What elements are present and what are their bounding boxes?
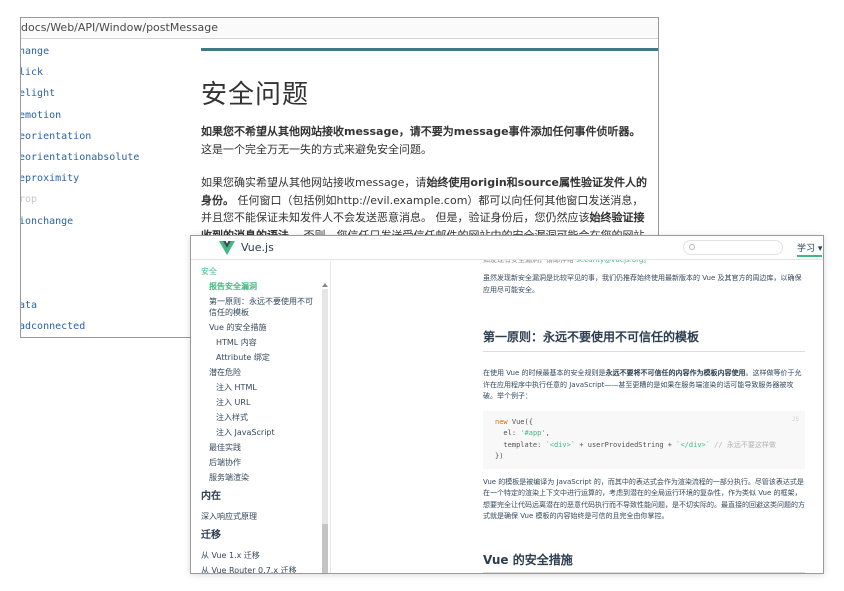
code-comment: // 永远不要这样做 <box>709 440 776 449</box>
code-language-label: JS <box>791 415 799 423</box>
sidebar-item-security[interactable]: 安全 <box>201 264 316 279</box>
scroll-up-arrow-icon[interactable] <box>322 283 328 287</box>
section-divider <box>201 48 658 51</box>
code-line: el: '#app', <box>495 428 793 440</box>
nav-learn-dropdown[interactable]: 学习 ▾ <box>797 241 823 257</box>
bold-text: 如果您不希望从其他网站接收message，请不要为message事件添加任何事件… <box>201 125 641 138</box>
sidebar-item-best-practices[interactable]: 最佳实践 <box>201 440 316 455</box>
sidebar-link[interactable]: emotion <box>21 105 191 126</box>
sidebar-item-backend-coordination[interactable]: 后端协作 <box>201 455 316 470</box>
sidebar-link[interactable]: adconnected <box>21 316 191 337</box>
scrollbar-thumb[interactable] <box>322 524 328 573</box>
sidebar-item-inject-javascript[interactable]: 注入 JavaScript <box>201 425 316 440</box>
code-line: template: `<div>` + userProvidedString +… <box>495 440 793 452</box>
sidebar-scrollbar[interactable] <box>322 283 328 573</box>
sidebar-item-ssr[interactable]: 服务端渲染 <box>201 470 316 485</box>
paragraph-template-compile: Vue 的模板是被编译为 JavaScript 的，而其中的表达式会作为渲染流程… <box>483 477 805 521</box>
text: 任何窗口（包括例如http://evil.example.com）都可以向任何其… <box>201 193 644 225</box>
sidebar-link[interactable]: elight <box>21 83 191 104</box>
sidebar-link-hidden[interactable] <box>21 232 191 253</box>
code-string: '#app' <box>520 429 546 437</box>
text: 在使用 Vue 的时候最基本的安全规则是 <box>483 369 606 377</box>
code-text: + userProvidedString + <box>575 440 677 449</box>
code-text: el: <box>495 429 521 437</box>
sidebar-link[interactable]: eorientation <box>21 126 191 147</box>
sidebar-heading-migration: 迁移 <box>201 530 221 541</box>
paragraph-rule-one: 在使用 Vue 的时候最基本的安全规则是永远不要将不可信任的内容作为模板内容使用… <box>483 368 805 403</box>
code-text: template: <box>495 440 546 449</box>
code-block: JS new Vue({ el: '#app', template: `<div… <box>483 410 805 469</box>
sidebar-heading-internals: 内在 <box>201 491 221 502</box>
text: 如果您确实希望从其他网站接收message，请 <box>201 176 427 189</box>
vue-docs-window: Vue.js 学习 ▾ 安全 报告安全漏洞 第一原则：永远不要使用不可信任的模板… <box>190 235 824 574</box>
code-text: Vue({ <box>507 417 533 426</box>
vue-logo-icon[interactable] <box>219 240 235 256</box>
sidebar-item-html-content[interactable]: HTML 内容 <box>201 335 316 350</box>
sidebar-link-deprecated[interactable]: rop <box>21 189 191 210</box>
code-line: }) <box>495 452 504 460</box>
code-string: `<div>` <box>545 440 576 449</box>
bold-text: 永远不要将不可信任的内容作为模板内容使用 <box>605 369 746 377</box>
sidebar-link[interactable]: eproximity <box>21 168 191 189</box>
text: 这是一个完全万无一失的方式来避免安全问题。 <box>201 142 432 156</box>
mdn-sidebar: hange lick elight emotion eorientation e… <box>21 41 191 337</box>
code-text: , <box>545 429 550 437</box>
sidebar-link-hidden[interactable] <box>21 253 191 274</box>
sidebar-item-attribute-binding[interactable]: Attribute 绑定 <box>201 350 316 365</box>
sidebar-list: 安全 报告安全漏洞 第一原则：永远不要使用不可信任的模板 Vue 的安全措施 H… <box>201 264 316 573</box>
sidebar-link[interactable]: eorientationabsolute <box>21 147 191 168</box>
search-input[interactable] <box>683 240 783 255</box>
sidebar-item-reactivity[interactable]: 深入响应式原理 <box>201 509 316 524</box>
sidebar-link-hidden[interactable] <box>21 274 191 295</box>
page-title: 安全问题 <box>201 80 310 110</box>
code-keyword: new <box>495 417 508 426</box>
code-line: new Vue({ <box>495 417 793 429</box>
sidebar-item-rule-one[interactable]: 第一原则：永远不要使用不可信任的模板 <box>201 294 316 320</box>
sidebar-item-inject-style[interactable]: 注入样式 <box>201 410 316 425</box>
heading-rule-one: 第一原则：永远不要使用不可信任的模板 <box>483 328 805 352</box>
vue-header: Vue.js 学习 ▾ <box>191 236 823 260</box>
sidebar-link[interactable]: ionchange <box>21 211 191 232</box>
paragraph-rare: 虽然发现新安全漏洞是比较罕见的事，我们仍推荐始终使用最新版本的 Vue 及其官方… <box>483 274 802 294</box>
security-paragraph-1: 如果您不希望从其他网站接收message，请不要为message事件添加任何事件… <box>201 123 652 158</box>
sidebar-item-inject-html[interactable]: 注入 HTML <box>201 380 316 395</box>
search-icon <box>689 244 695 250</box>
vue-sidebar: 安全 报告安全漏洞 第一原则：永远不要使用不可信任的模板 Vue 的安全措施 H… <box>191 261 331 573</box>
vue-doc-content: 如发现有安全漏洞，请邮件给 security@vuejs.org。 虽然发现新安… <box>483 256 805 573</box>
code-string: `</div>` <box>676 440 710 449</box>
sidebar-item-migrate-vue1[interactable]: 从 Vue 1.x 迁移 <box>201 548 316 563</box>
sidebar-item-migrate-router[interactable]: 从 Vue Router 0.7.x 迁移 <box>201 563 316 573</box>
sidebar-item-potential-dangers[interactable]: 潜在危险 <box>201 365 316 380</box>
heading-vue-measures: Vue 的安全措施 <box>483 551 805 573</box>
sidebar-item-report-vulnerability[interactable]: 报告安全漏洞 <box>201 279 316 294</box>
sidebar-item-vue-measures[interactable]: Vue 的安全措施 <box>201 320 316 335</box>
sidebar-link[interactable]: hange <box>21 41 191 62</box>
sidebar-link[interactable]: lick <box>21 62 191 83</box>
breadcrumb: docs/Web/API/Window/postMessage <box>21 18 658 39</box>
brand-name[interactable]: Vue.js <box>241 241 274 254</box>
sidebar-link[interactable]: ata <box>21 295 191 316</box>
sidebar-item-inject-url[interactable]: 注入 URL <box>201 395 316 410</box>
